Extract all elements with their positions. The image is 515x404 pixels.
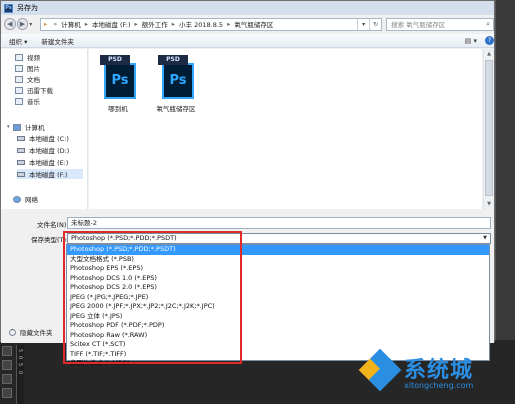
music-library-icon: [15, 97, 23, 105]
window-title: 另存为: [17, 4, 38, 12]
sidebar-item-label: 文档: [27, 76, 40, 84]
search-input[interactable]: 搜索 氧气瓶储存区 ⌕: [386, 17, 494, 31]
video-library-icon: [15, 53, 23, 61]
sidebar-item-label: 迅雷下载: [27, 87, 53, 95]
ps-tool-icon[interactable]: [2, 360, 12, 370]
sidebar-item-pictures[interactable]: 图片: [15, 63, 40, 73]
title-bar: Ps 另存为: [1, 1, 494, 15]
sidebar-item-documents[interactable]: 文档: [15, 74, 40, 84]
scroll-up-arrow-icon[interactable]: ▲: [484, 49, 494, 59]
psd-file-icon: Ps PSD: [158, 55, 194, 99]
ps-tool-icon[interactable]: [2, 374, 12, 384]
ruler-tick: 0: [17, 356, 23, 360]
screen: 5 0 5 0 Ps 另存为 ◀ ▶ ▾ ▸ » 计算机 ▸ 本地磁盘 (F:)…: [0, 0, 515, 404]
ps-tool-icon[interactable]: [2, 388, 12, 398]
computer-icon: [13, 123, 21, 131]
sidebar-item-label: 本地磁盘 (D:): [29, 147, 70, 155]
network-icon: [13, 195, 21, 203]
collapse-up-icon: ^: [9, 328, 16, 336]
windows-logo-icon: [358, 348, 402, 392]
organize-button[interactable]: 组织 ▾: [9, 36, 27, 46]
sidebar-item-network[interactable]: 网络: [13, 194, 38, 204]
filename-label: 文件名(N):: [37, 221, 69, 229]
filename-field[interactable]: 未标题-2: [67, 217, 491, 229]
back-button[interactable]: ◀: [4, 18, 16, 30]
sidebar-item-thunder-downloads[interactable]: 迅雷下载: [15, 85, 53, 95]
sidebar-item-music[interactable]: 音乐: [15, 96, 40, 106]
sidebar-item-label: 音乐: [27, 98, 40, 106]
photoshop-app-icon: Ps: [4, 3, 13, 13]
search-icon: ⌕: [486, 19, 490, 28]
vertical-ruler: 5 0 5 0: [16, 345, 24, 404]
ruler-tick: 5: [17, 363, 23, 367]
scroll-down-arrow-icon[interactable]: ▼: [484, 199, 494, 209]
sidebar-item-drive-d[interactable]: 本地磁盘 (D:): [17, 145, 69, 155]
address-dropdown-chevron-icon[interactable]: ▾: [357, 18, 369, 30]
vertical-scrollbar[interactable]: ▲ ▼: [483, 49, 494, 209]
sidebar-item-label: 本地磁盘 (C:): [29, 135, 69, 143]
help-icon[interactable]: ?: [485, 36, 494, 45]
breadcrumb-item[interactable]: 本地磁盘 (F:): [92, 19, 131, 29]
search-placeholder: 搜索 氧气瓶储存区: [391, 21, 446, 29]
drive-icon: [17, 147, 25, 153]
ps-tool-icon[interactable]: [2, 346, 12, 356]
psd-file-icon: Ps PSD: [100, 55, 136, 99]
breadcrumb-item[interactable]: 额外工作: [142, 19, 168, 29]
sidebar-item-drive-e[interactable]: 本地磁盘 (E:): [17, 157, 68, 167]
navigation-pane: 视频 图片 文档 迅雷下载 音乐 ▾ 计算机 本地磁盘 (C:) 本地磁盘 (D…: [1, 49, 88, 209]
file-item[interactable]: Ps PSD 哪到机: [93, 55, 143, 113]
sidebar-item-drive-c[interactable]: 本地磁盘 (C:): [17, 133, 69, 143]
navigation-bar: ◀ ▶ ▾ ▸ » 计算机 ▸ 本地磁盘 (F:) ▸ 额外工作 ▸ 小丰 20…: [1, 15, 494, 33]
recent-locations-chevron-icon[interactable]: ▾: [29, 21, 36, 28]
picture-library-icon: [15, 64, 23, 72]
folder-icon: ▸: [43, 20, 48, 28]
watermark-text: 系统城: [404, 358, 474, 383]
document-library-icon: [15, 75, 23, 83]
breadcrumb-item[interactable]: 计算机: [61, 19, 81, 29]
breadcrumb-item[interactable]: 氧气瓶储存区: [234, 19, 273, 29]
sidebar-item-label: 本地磁盘 (E:): [29, 159, 69, 167]
watermark-logo: 系统城 xitongcheng.com: [356, 346, 506, 402]
hide-folders-button[interactable]: ^ 隐藏文件夹: [9, 327, 53, 337]
scrollbar-thumb[interactable]: [485, 60, 493, 196]
sidebar-item-label: 图片: [27, 65, 40, 73]
hide-folders-label: 隐藏文件夹: [20, 329, 53, 337]
drive-icon: [17, 159, 25, 165]
file-list: Ps PSD 哪到机 Ps PSD 氧气瓶储存区: [89, 49, 482, 209]
sidebar-item-videos[interactable]: 视频: [15, 52, 40, 62]
address-bar[interactable]: ▸ » 计算机 ▸ 本地磁盘 (F:) ▸ 额外工作 ▸ 小丰 2018.8.5…: [39, 17, 383, 31]
download-folder-icon: [15, 86, 23, 94]
file-name: 氧气瓶储存区: [156, 105, 196, 113]
watermark-subtext: xitongcheng.com: [404, 381, 474, 390]
sidebar-item-label: 网络: [25, 196, 38, 204]
new-folder-button[interactable]: 新建文件夹: [41, 36, 74, 46]
file-item[interactable]: Ps PSD 氧气瓶储存区: [151, 55, 201, 113]
chevron-down-icon: ▼: [483, 235, 487, 241]
ruler-tick: 0: [17, 370, 23, 374]
file-name: 哪到机: [108, 105, 128, 113]
sidebar-item-label: 视频: [27, 54, 40, 62]
sidebar-item-computer[interactable]: 计算机: [13, 122, 45, 132]
sidebar-item-label: 计算机: [25, 124, 45, 132]
sidebar-item-drive-f[interactable]: 本地磁盘 (F:): [17, 169, 83, 179]
toolbar: 组织 ▾ 新建文件夹 ▤ ▾ ?: [1, 34, 494, 48]
expand-arrow-icon[interactable]: ▾: [7, 124, 10, 130]
refresh-icon[interactable]: ↻: [369, 18, 381, 30]
drive-icon: [17, 135, 25, 141]
sidebar-item-label: 本地磁盘 (F:): [29, 171, 68, 179]
ruler-tick: 5: [17, 349, 23, 353]
forward-button[interactable]: ▶: [16, 18, 29, 30]
highlight-annotation-box: [63, 231, 242, 364]
breadcrumb-item[interactable]: 小丰 2018.8.5: [179, 19, 223, 29]
view-options-icon[interactable]: ▤ ▾: [465, 37, 477, 45]
drive-icon: [17, 171, 25, 177]
